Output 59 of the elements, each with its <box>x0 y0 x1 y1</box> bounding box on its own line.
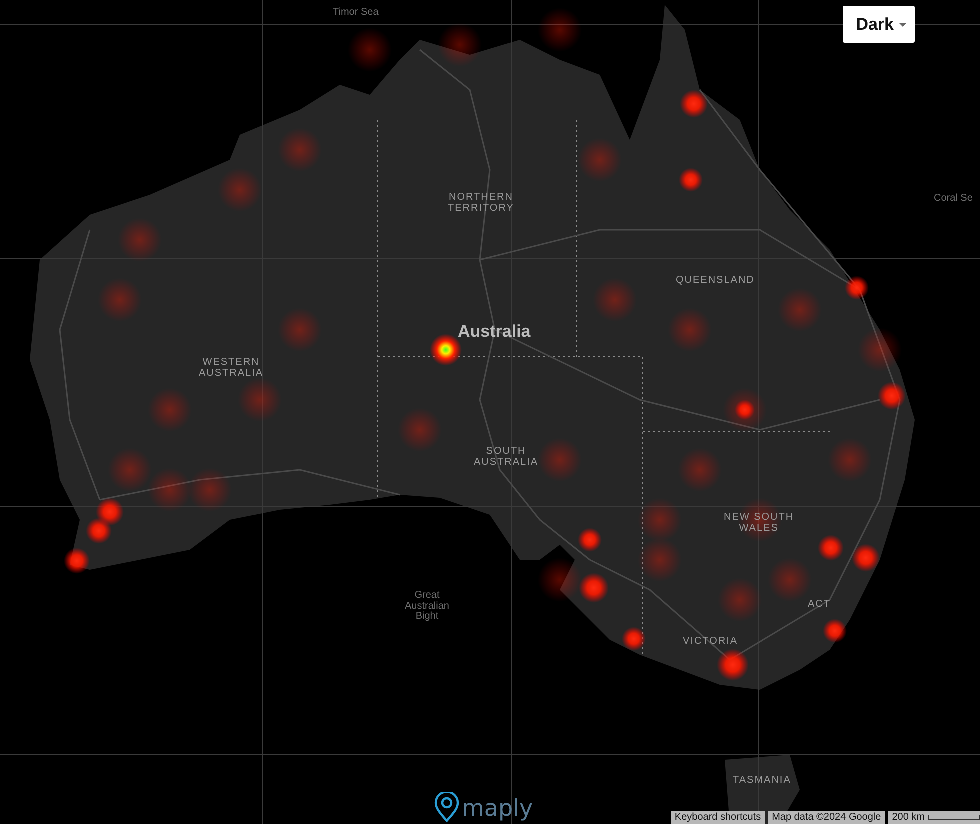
scale-control[interactable]: 200 km <box>888 811 980 824</box>
map-label: Great Australian Bight <box>405 591 450 622</box>
heat-spot <box>622 627 646 651</box>
heat-spot <box>818 535 844 561</box>
heat-spot <box>828 438 872 482</box>
map-label: SOUTH AUSTRALIA <box>474 447 539 468</box>
heat-spot <box>858 328 902 372</box>
style-dropdown[interactable]: Dark <box>843 6 915 43</box>
heat-spot <box>679 168 703 192</box>
heat-spot <box>778 288 822 332</box>
map-label: Coral Se <box>934 194 973 204</box>
map-data-text: Map data ©2024 Google <box>768 811 886 824</box>
heat-spot <box>86 518 112 544</box>
map-label: WESTERN AUSTRALIA <box>199 358 264 379</box>
heat-spot <box>678 448 722 492</box>
heat-spot <box>768 558 812 602</box>
heat-spot <box>108 448 152 492</box>
heat-spot <box>96 498 124 526</box>
heat-spot <box>398 408 442 452</box>
map-label: NEW SOUTH WALES <box>724 513 794 534</box>
map-label: NORTHERN TERRITORY <box>448 193 514 214</box>
heat-spot <box>238 378 282 422</box>
heat-spot <box>118 218 162 262</box>
heat-spot <box>638 498 682 542</box>
heat-spot <box>148 388 192 432</box>
logo-text: maply <box>462 796 534 822</box>
heat-spot <box>823 619 847 643</box>
scale-bar <box>928 815 980 820</box>
heat-spot <box>538 438 582 482</box>
map-label: Australia <box>458 323 531 341</box>
map-label: VICTORIA <box>683 637 738 648</box>
heat-spot <box>188 468 232 512</box>
heat-spot <box>538 8 582 52</box>
heat-spot <box>878 382 906 410</box>
map-label: ACT <box>808 600 831 610</box>
heat-spot <box>578 138 622 182</box>
heat-spot <box>218 168 262 212</box>
heat-spot <box>852 544 880 572</box>
map-label: TASMANIA <box>733 776 792 786</box>
heat-spot <box>717 649 749 681</box>
heat-spot <box>593 278 637 322</box>
heat-spot <box>638 538 682 582</box>
heat-spot <box>64 548 90 574</box>
caret-icon <box>899 22 907 26</box>
heat-spot <box>278 308 322 352</box>
heat-spot <box>680 90 708 118</box>
heat-spot <box>845 276 869 300</box>
heat-spot <box>148 468 192 512</box>
heat-spot <box>98 278 142 322</box>
map-pin-icon <box>434 792 460 822</box>
heat-spot <box>278 128 322 172</box>
heat-spot <box>438 23 482 67</box>
heat-spot <box>668 308 712 352</box>
map-label: Timor Sea <box>333 8 379 18</box>
heat-spot <box>348 28 392 72</box>
map-label: QUEENSLAND <box>676 276 755 286</box>
heat-spot <box>578 528 602 552</box>
keyboard-shortcuts-button[interactable]: Keyboard shortcuts <box>670 811 766 824</box>
heat-spot <box>718 578 762 622</box>
